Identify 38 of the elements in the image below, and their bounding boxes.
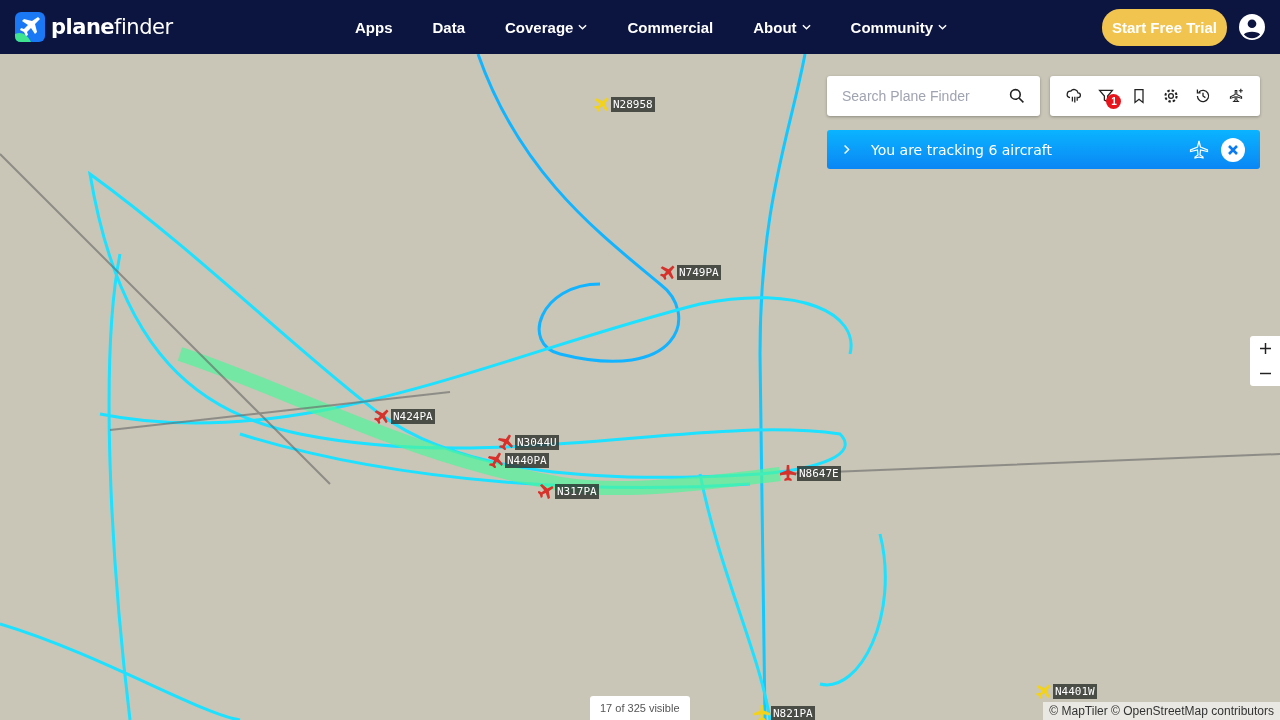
- account-icon[interactable]: [1239, 14, 1265, 40]
- nav-link[interactable]: Community: [850, 18, 948, 36]
- aircraft-label[interactable]: N3044U: [515, 434, 559, 450]
- aircraft-label[interactable]: N821PA: [771, 705, 815, 720]
- nav-link[interactable]: Coverage: [505, 18, 588, 36]
- brand-name[interactable]: planefinder: [51, 15, 173, 39]
- search-field[interactable]: Search Plane Finder: [827, 76, 1040, 116]
- visible-count: 17 of 325 visible: [590, 696, 690, 720]
- settings-icon[interactable]: [1163, 88, 1180, 104]
- aircraft-label[interactable]: N28958: [611, 96, 655, 112]
- plane-icon[interactable]: [498, 434, 514, 450]
- aircraft-label[interactable]: N749PA: [677, 264, 721, 280]
- plane-icon[interactable]: [488, 452, 504, 468]
- nav-link[interactable]: Apps: [355, 18, 393, 36]
- history-icon[interactable]: [1195, 88, 1212, 104]
- plane-icon[interactable]: [374, 408, 390, 424]
- aircraft-label[interactable]: N8647E: [797, 465, 841, 481]
- aircraft-label[interactable]: N4401W: [1053, 683, 1097, 699]
- search-icon[interactable]: [1009, 88, 1025, 104]
- zoom-in-icon[interactable]: [1259, 343, 1271, 354]
- map-attribution: © MapTiler © OpenStreetMap contributors: [1043, 702, 1280, 720]
- nav-link[interactable]: Data: [432, 18, 465, 36]
- close-icon[interactable]: [1221, 137, 1245, 162]
- chevron-icon[interactable]: [843, 144, 851, 155]
- plane-add-icon[interactable]: [1227, 88, 1244, 104]
- aircraft-label[interactable]: N440PA: [505, 452, 549, 468]
- aircraft-label[interactable]: N424PA: [391, 408, 435, 424]
- plane-icon[interactable]: [538, 483, 554, 499]
- plane-icon[interactable]: [660, 264, 676, 280]
- filter-icon[interactable]: [1098, 88, 1115, 104]
- filter-count-badge: 1: [1106, 94, 1122, 109]
- nav-link[interactable]: Commercial: [627, 18, 714, 36]
- plane-icon[interactable]: [780, 465, 796, 481]
- tracking-message: You are tracking 6 aircraft: [871, 141, 1053, 158]
- nav-link[interactable]: About: [753, 18, 811, 36]
- plane-icon: [1189, 139, 1209, 160]
- plane-logo-icon[interactable]: [15, 12, 45, 42]
- weather-icon[interactable]: [1066, 88, 1083, 104]
